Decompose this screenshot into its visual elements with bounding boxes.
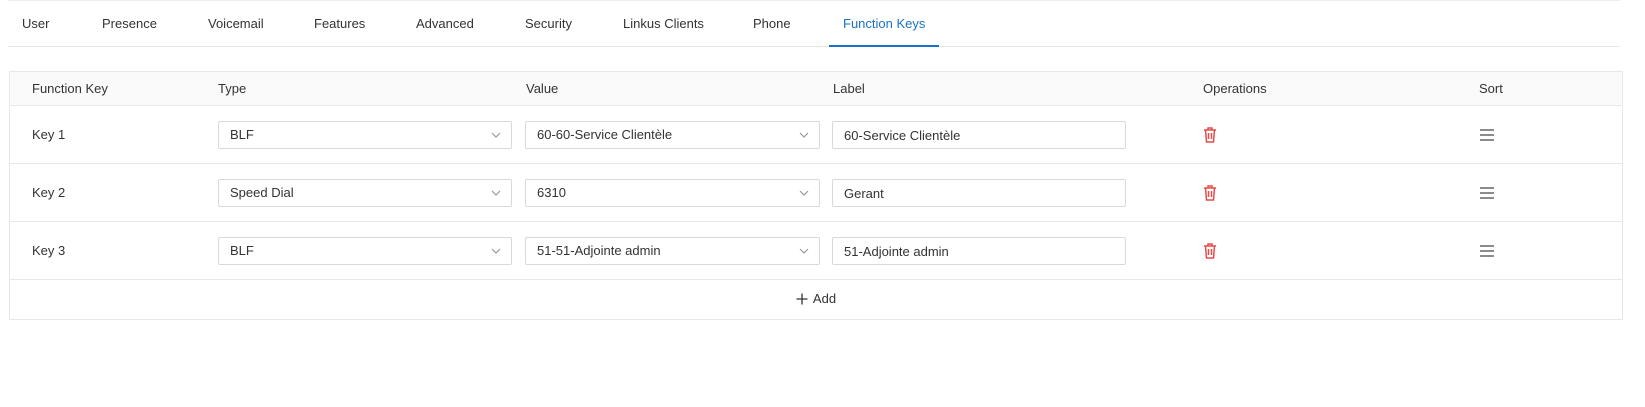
tab-function-keys[interactable]: Function Keys — [829, 1, 940, 47]
chevron-down-icon — [799, 132, 809, 138]
header-label: Label — [833, 81, 865, 96]
drag-handle-icon[interactable] — [1479, 185, 1495, 201]
label-input[interactable] — [832, 179, 1126, 207]
table-row: Key 1 BLF 60-60-Service Clientèle — [10, 106, 1622, 164]
chevron-down-icon — [799, 190, 809, 196]
trash-icon[interactable] — [1202, 242, 1218, 260]
table-row: Key 2 Speed Dial 6310 — [10, 164, 1622, 222]
header-type: Type — [218, 81, 247, 96]
label-input[interactable] — [832, 121, 1126, 149]
trash-icon[interactable] — [1202, 184, 1218, 202]
type-select-value: BLF — [230, 127, 254, 142]
settings-tab-bar: User Presence Voicemail Features Advance… — [8, 0, 1620, 47]
chevron-down-icon — [491, 132, 501, 138]
tab-presence[interactable]: Presence — [102, 1, 157, 47]
header-operations: Operations — [1203, 81, 1267, 96]
value-select-value: 6310 — [537, 185, 566, 200]
add-function-key-button[interactable]: Add — [10, 280, 1622, 317]
type-select[interactable]: BLF — [218, 121, 512, 149]
chevron-down-icon — [491, 248, 501, 254]
value-select[interactable]: 6310 — [525, 179, 820, 207]
add-button-label: Add — [812, 291, 837, 306]
tab-features[interactable]: Features — [314, 1, 365, 47]
type-select[interactable]: Speed Dial — [218, 179, 512, 207]
value-select-value: 60-60-Service Clientèle — [537, 127, 673, 142]
type-select[interactable]: BLF — [218, 237, 512, 265]
tab-security[interactable]: Security — [525, 1, 572, 47]
tab-user[interactable]: User — [22, 1, 49, 47]
value-select-value: 51-51-Adjointe admin — [537, 243, 661, 258]
table-row: Key 3 BLF 51-51-Adjointe admin — [10, 222, 1622, 280]
tab-advanced[interactable]: Advanced — [416, 1, 474, 47]
tab-voicemail[interactable]: Voicemail — [208, 1, 264, 47]
header-value: Value — [526, 81, 559, 96]
function-keys-table: Function Key Type Value Label Operations… — [9, 71, 1623, 320]
type-select-value: BLF — [230, 243, 254, 258]
tab-linkus-clients[interactable]: Linkus Clients — [623, 1, 704, 47]
label-input[interactable] — [832, 237, 1126, 265]
chevron-down-icon — [491, 190, 501, 196]
type-select-value: Speed Dial — [230, 185, 294, 200]
drag-handle-icon[interactable] — [1479, 127, 1495, 143]
function-key-name: Key 3 — [32, 243, 66, 258]
header-sort: Sort — [1479, 81, 1503, 96]
tab-phone[interactable]: Phone — [753, 1, 791, 47]
function-key-name: Key 1 — [32, 127, 66, 142]
plus-icon — [796, 293, 808, 305]
value-select[interactable]: 51-51-Adjointe admin — [525, 237, 820, 265]
value-select[interactable]: 60-60-Service Clientèle — [525, 121, 820, 149]
drag-handle-icon[interactable] — [1479, 243, 1495, 259]
function-keys-page: User Presence Voicemail Features Advance… — [0, 0, 1645, 407]
function-key-name: Key 2 — [32, 185, 66, 200]
trash-icon[interactable] — [1202, 126, 1218, 144]
header-function-key: Function Key — [32, 81, 108, 96]
table-header: Function Key Type Value Label Operations… — [10, 72, 1622, 106]
chevron-down-icon — [799, 248, 809, 254]
